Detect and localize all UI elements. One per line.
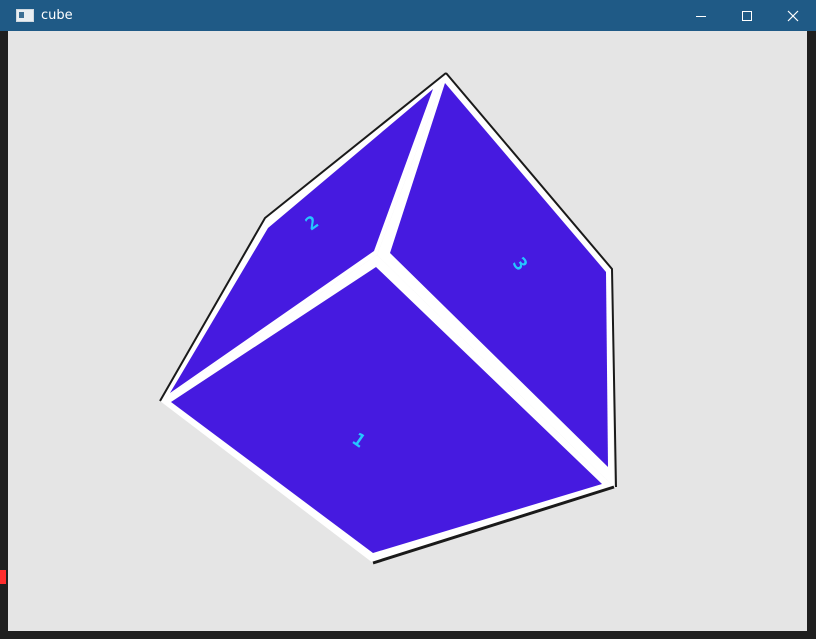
render-viewport[interactable]: 2 3 1: [8, 31, 807, 631]
close-button[interactable]: [770, 0, 816, 31]
window-controls: [678, 0, 816, 31]
title-bar[interactable]: cube: [0, 0, 816, 31]
close-icon: [787, 10, 799, 21]
maximize-button[interactable]: [724, 0, 770, 31]
app-window: cube 2 3 1: [0, 0, 816, 639]
cube-scene: 2 3 1: [159, 72, 617, 565]
minimize-button[interactable]: [678, 0, 724, 31]
minimize-icon: [696, 15, 706, 17]
window-title: cube: [41, 8, 73, 23]
window-app-icon: [16, 9, 34, 22]
background-indicator: [0, 570, 6, 584]
maximize-icon: [742, 10, 752, 21]
